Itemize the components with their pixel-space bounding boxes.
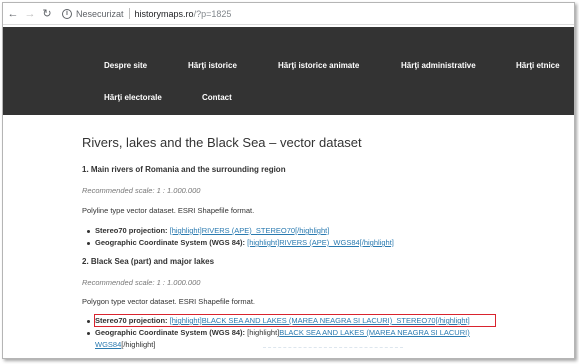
security-status[interactable]: Nesecurizat — [76, 9, 124, 19]
page-title: Rivers, lakes and the Black Sea – vector… — [82, 135, 362, 150]
download-link[interactable]: WGS84 — [95, 340, 121, 349]
divider — [128, 8, 130, 19]
nav-harti-istorice[interactable]: Hărţi istorice — [188, 61, 237, 70]
address-bar: ← → ↻ i Nesecurizat historymaps.ro /?p=1… — [3, 3, 574, 25]
download-link[interactable]: [highlight]RIVERS (APE)_WGS84[/highlight… — [247, 238, 394, 247]
dataset-description: Polyline type vector dataset. ESRI Shape… — [82, 206, 255, 215]
reload-button[interactable]: ↻ — [40, 7, 54, 21]
list-item: Stereo70 projection: [highlight]RIVERS (… — [87, 226, 329, 235]
list-item: Geographic Coordinate System (WGS 84): [… — [87, 238, 394, 247]
browser-window: ← → ↻ i Nesecurizat historymaps.ro /?p=1… — [2, 2, 575, 359]
forward-button[interactable]: → — [23, 7, 37, 21]
bullet — [87, 331, 90, 335]
site-navbar: Despre site Hărţi istorice Hărţi istoric… — [3, 27, 574, 115]
nav-despre-site[interactable]: Despre site — [104, 61, 147, 70]
back-button[interactable]: ← — [6, 7, 20, 21]
url-path[interactable]: /?p=1825 — [194, 9, 232, 19]
section-heading: 1. Main rivers of Romania and the surrou… — [82, 165, 286, 174]
download-link[interactable]: [highlight]RIVERS (APE)_STEREO70[/highli… — [170, 226, 330, 235]
info-icon[interactable]: i — [62, 8, 72, 19]
highlight-tag: [/highlight] — [121, 340, 156, 349]
highlight-tag: [highlight] — [247, 328, 280, 337]
recommended-scale: Recommended scale: 1 : 1.000.000 — [82, 186, 201, 195]
url-host[interactable]: historymaps.ro — [135, 9, 194, 19]
download-link[interactable]: BLACK SEA AND LAKES (MAREA NEAGRA SI LAC… — [279, 328, 469, 337]
image-placeholder — [263, 347, 403, 358]
nav-harti-administrative[interactable]: Hărţi administrative — [401, 61, 476, 70]
bullet — [87, 229, 90, 233]
nav-harti-etnice[interactable]: Hărţi etnice — [516, 61, 560, 70]
list-item: Stereo70 projection: [highlight]BLACK SE… — [87, 316, 470, 325]
list-item-continued: WGS84[/highlight] — [95, 340, 155, 349]
nav-contact[interactable]: Contact — [202, 93, 232, 102]
section-heading: 2. Black Sea (part) and major lakes — [82, 257, 215, 266]
item-label: Stereo70 projection: — [95, 226, 168, 235]
item-label: Stereo70 projection: — [95, 316, 168, 325]
dataset-description: Polygon type vector dataset. ESRI Shapef… — [82, 297, 256, 306]
nav-harti-istorice-animate[interactable]: Hărţi istorice animate — [278, 61, 359, 70]
download-link[interactable]: [highlight]BLACK SEA AND LAKES (MAREA NE… — [170, 316, 470, 325]
item-label: Geographic Coordinate System (WGS 84): — [95, 328, 246, 337]
item-label: Geographic Coordinate System (WGS 84): — [95, 238, 246, 247]
bullet — [87, 241, 90, 245]
nav-harti-electorale[interactable]: Hărţi electorale — [104, 93, 162, 102]
bullet — [87, 319, 90, 323]
list-item: Geographic Coordinate System (WGS 84): [… — [87, 328, 470, 337]
recommended-scale: Recommended scale: 1 : 1.000.000 — [82, 278, 201, 287]
